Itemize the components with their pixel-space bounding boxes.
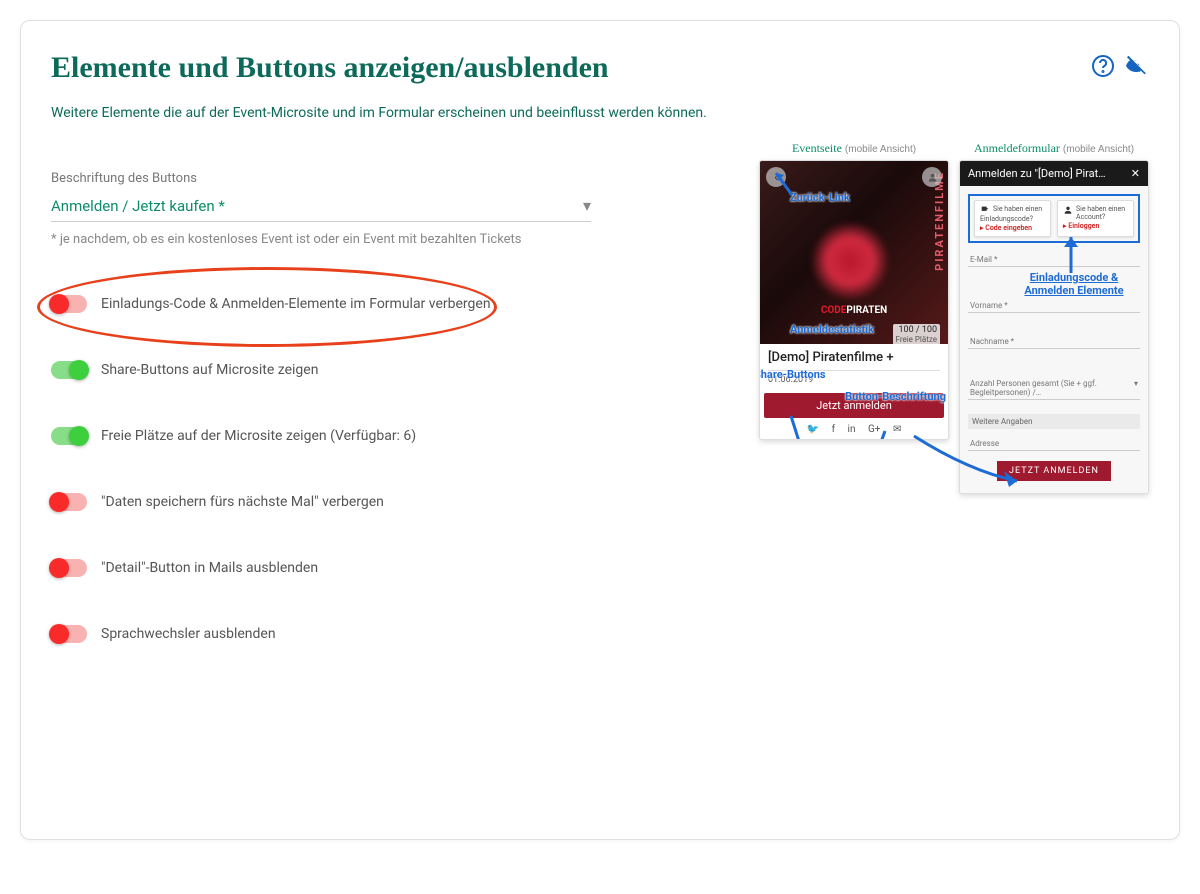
toggles-list: Einladungs-Code & Anmelden-Elemente im F… <box>51 295 729 643</box>
mail-icon: ✉ <box>893 424 901 435</box>
dropdown-helper: * je nachdem, ob es ein kostenloses Even… <box>51 232 729 247</box>
invite-code-box: Sie haben einen Einladungscode? ▸ Code e… <box>974 200 1051 237</box>
share-bar: 🐦 f in G+ ✉ <box>760 418 948 439</box>
toggle-label: Einladungs-Code & Anmelden-Elemente im F… <box>101 296 491 312</box>
phone-mock-form: Anmelden zu "[Demo] Pirat… ✕ Sie haben e… <box>959 160 1149 494</box>
anno-btn: Button-Beschriftung <box>845 390 946 403</box>
anno-stats: Anmeldestatistik <box>790 323 874 336</box>
section-header: Weitere Angaben <box>968 414 1140 429</box>
settings-card: Elemente und Buttons anzeigen/ausblenden… <box>20 20 1180 840</box>
anno-back: Zurück-Link <box>790 191 850 204</box>
field-email: E-Mail * <box>968 249 1140 267</box>
toggle-row-4: "Detail"-Button in Mails ausblenden <box>51 559 729 577</box>
field-address: Adresse <box>968 433 1140 451</box>
toggle-knob <box>49 558 69 578</box>
preview-column: Eventseite (mobile Ansicht) ‹ PIRATENFIL… <box>759 141 1149 643</box>
card-header: Elemente und Buttons anzeigen/ausblenden <box>51 51 1149 85</box>
toggle-row-3: "Daten speichern fürs nächste Mal" verbe… <box>51 493 729 511</box>
back-icon: ‹ <box>766 167 786 187</box>
phone-mock-eventpage: ‹ PIRATENFILME CODEPIRATEN Zurück-Link A… <box>759 160 949 440</box>
left-column: Beschriftung des Buttons Anmelden / Jetz… <box>51 141 729 643</box>
preview-heading-form: Anmeldeformular (mobile Ansicht) <box>974 141 1134 156</box>
chevron-down-icon: ▾ <box>583 196 591 215</box>
toggle-row-5: Sprachwechsler ausblenden <box>51 625 729 643</box>
toggle-switch[interactable] <box>51 625 87 643</box>
toggle-switch[interactable] <box>51 493 87 511</box>
toggle-label: Freie Plätze auf der Microsite zeigen (V… <box>101 428 416 444</box>
toggle-row-2: Freie Plätze auf der Microsite zeigen (V… <box>51 427 729 445</box>
help-icon[interactable] <box>1091 54 1115 82</box>
field-persons: Anzahl Personen gesamt (Sie + ggf. Begle… <box>968 373 1140 400</box>
preview-eventpage: Eventseite (mobile Ansicht) ‹ PIRATENFIL… <box>759 141 949 643</box>
toggle-knob <box>49 624 69 644</box>
toggle-row-0: Einladungs-Code & Anmelden-Elemente im F… <box>51 295 729 313</box>
toggle-switch[interactable] <box>51 559 87 577</box>
hero-label: CODEPIRATEN <box>760 305 948 316</box>
event-title: [Demo] Piratenfilme + <box>768 350 940 366</box>
form-topbar: Anmelden zu "[Demo] Pirat… ✕ <box>960 161 1148 186</box>
visibility-off-icon[interactable] <box>1125 54 1149 82</box>
event-info-card: 100 / 100 Freie Plätze [Demo] Piratenfil… <box>760 344 948 389</box>
dropdown-value: Anmelden / Jetzt kaufen * <box>51 197 225 215</box>
toggle-label: Share-Buttons auf Microsite zeigen <box>101 362 318 378</box>
toggle-switch[interactable] <box>51 295 87 313</box>
submit-button: JETZT ANMELDEN <box>997 461 1111 481</box>
chevron-down-icon: ▾ <box>1134 379 1138 397</box>
page-title: Elemente und Buttons anzeigen/ausblenden <box>51 51 609 85</box>
toggle-knob <box>49 294 69 314</box>
invite-login-boxes: Sie haben einen Einladungscode? ▸ Code e… <box>968 194 1140 243</box>
toggle-label: Sprachwechsler ausblenden <box>101 626 276 642</box>
linkedin-icon: in <box>848 424 856 435</box>
form-body: Sie haben einen Einladungscode? ▸ Code e… <box>960 186 1148 493</box>
anno-invite: Einladungscode & Anmelden Elemente <box>1010 271 1138 297</box>
close-icon: ✕ <box>1131 167 1140 180</box>
toggle-switch[interactable] <box>51 427 87 445</box>
toggle-knob <box>69 426 89 446</box>
toggle-row-1: Share-Buttons auf Microsite zeigen <box>51 361 729 379</box>
twitter-icon: 🐦 <box>807 424 819 435</box>
field-lastname: Nachname * <box>968 331 1140 349</box>
preview-form: Anmeldeformular (mobile Ansicht) Anmelde… <box>959 141 1149 643</box>
google-icon: G+ <box>868 424 881 435</box>
preview-heading-page: Eventseite (mobile Ansicht) <box>792 141 916 156</box>
toggle-label: "Detail"-Button in Mails ausblenden <box>101 560 318 576</box>
toggle-switch[interactable] <box>51 361 87 379</box>
content-row: Beschriftung des Buttons Anmelden / Jetz… <box>51 141 1149 643</box>
field-firstname: Vorname * <box>968 295 1140 313</box>
toggle-label: "Daten speichern fürs nächste Mal" verbe… <box>101 494 384 510</box>
header-actions <box>1091 54 1149 82</box>
user-icon <box>922 167 942 187</box>
dropdown-label: Beschriftung des Buttons <box>51 171 729 186</box>
stat-badge: 100 / 100 Freie Plätze <box>893 324 940 345</box>
facebook-icon: f <box>832 424 835 435</box>
page-subtitle: Weitere Elemente die auf der Event-Micro… <box>51 105 1149 121</box>
button-label-dropdown[interactable]: Anmelden / Jetzt kaufen * ▾ <box>51 196 591 222</box>
toggle-knob <box>69 360 89 380</box>
toggle-knob <box>49 492 69 512</box>
login-box: Sie haben einen Account? ▸ Einloggen <box>1057 200 1134 237</box>
anno-share: Share-Buttons <box>759 368 826 381</box>
